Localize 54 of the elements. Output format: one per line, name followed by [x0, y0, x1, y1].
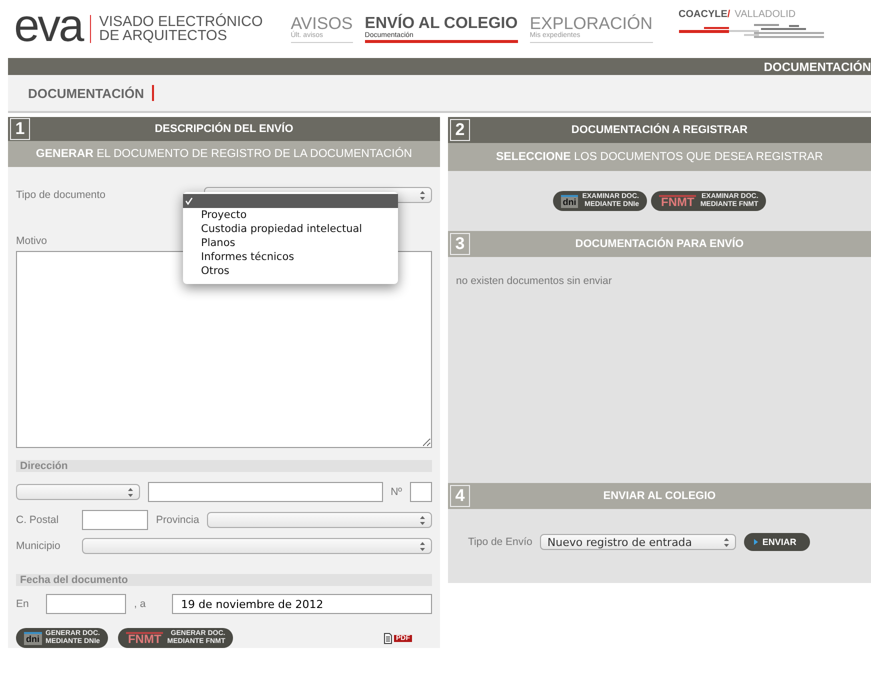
college-name: COACYLE/ — [678, 9, 730, 20]
field-label: Provincia — [156, 514, 200, 526]
breadcrumb-text: DOCUMENTACIÓN — [764, 60, 871, 74]
municipality-select[interactable] — [82, 538, 432, 554]
section-band: Fecha del documento — [16, 574, 432, 586]
empty-message: no existen documentos sin enviar — [456, 275, 613, 287]
number-field[interactable] — [410, 482, 432, 502]
field-label: Tipo de documento — [16, 189, 106, 202]
section-title: ENVIAR AL COLEGIO — [602, 490, 717, 502]
dropdown-option[interactable]: Otros — [183, 264, 398, 278]
section-title: DOCUMENTACIÓN PARA ENVÍO — [574, 238, 745, 250]
street-type-select[interactable] — [16, 484, 140, 500]
field-label: , a — [134, 598, 147, 610]
place-field[interactable] — [46, 594, 126, 614]
field-label: En — [16, 598, 30, 610]
step-number: 4 — [450, 485, 470, 507]
dropdown-option[interactable]: Proyecto — [183, 208, 398, 222]
step-number: 1 — [10, 118, 30, 140]
section-subtitle: GENERAR EL DOCUMENTO DE REGISTRO DE LA DOCUMENTACIÓN — [8, 141, 440, 168]
city-name: VALLADOLID — [734, 9, 796, 20]
send-type-select[interactable]: Nuevo registro de entrada — [540, 534, 736, 550]
logo: eva — [14, 2, 82, 48]
reason-textarea[interactable] — [16, 251, 432, 448]
field-label: Tipo de Envío — [468, 536, 532, 548]
step-number: 3 — [450, 233, 470, 255]
dropdown-option[interactable]: Informes técnicos — [183, 250, 398, 264]
page-title: DOCUMENTACIÓN — [28, 86, 144, 100]
tagline: VISADO ELECTRÓNICO — [99, 15, 263, 29]
date-field[interactable]: 19 de noviembre de 2012 — [172, 594, 432, 614]
document-icon — [384, 632, 392, 644]
field-label: Nº — [390, 486, 402, 498]
section-title: DOCUMENTACIÓN A REGISTRAR — [570, 124, 749, 136]
stepper-arrows-icon — [420, 516, 425, 524]
field-label: Municipio — [16, 540, 62, 552]
stepper-arrows-icon — [724, 538, 730, 546]
street-field[interactable] — [148, 482, 383, 502]
section-band: Dirección — [16, 460, 432, 472]
tagline: DE ARQUITECTOS — [99, 29, 228, 43]
stepper-arrows-icon — [128, 488, 133, 496]
check-icon — [185, 197, 193, 205]
field-label: C. Postal — [16, 514, 60, 526]
step-number: 2 — [450, 119, 470, 141]
postal-code-field[interactable] — [82, 510, 148, 530]
dropdown-option[interactable]: Planos — [183, 236, 398, 250]
dropdown-option[interactable]: Custodia propiedad intelectual — [183, 222, 398, 236]
province-select[interactable] — [207, 512, 432, 528]
section-subtitle: SELECCIONE LOS DOCUMENTOS QUE DESEA REGISTRAR — [448, 143, 871, 171]
play-icon — [754, 539, 758, 545]
section-title: DESCRIPCIÓN DEL ENVÍO — [154, 123, 294, 136]
stepper-arrows-icon — [420, 542, 425, 550]
send-button[interactable]: ENVIAR — [744, 533, 810, 551]
stepper-arrows-icon — [420, 190, 425, 200]
title-accent — [152, 85, 154, 101]
field-label: Motivo — [16, 235, 47, 248]
